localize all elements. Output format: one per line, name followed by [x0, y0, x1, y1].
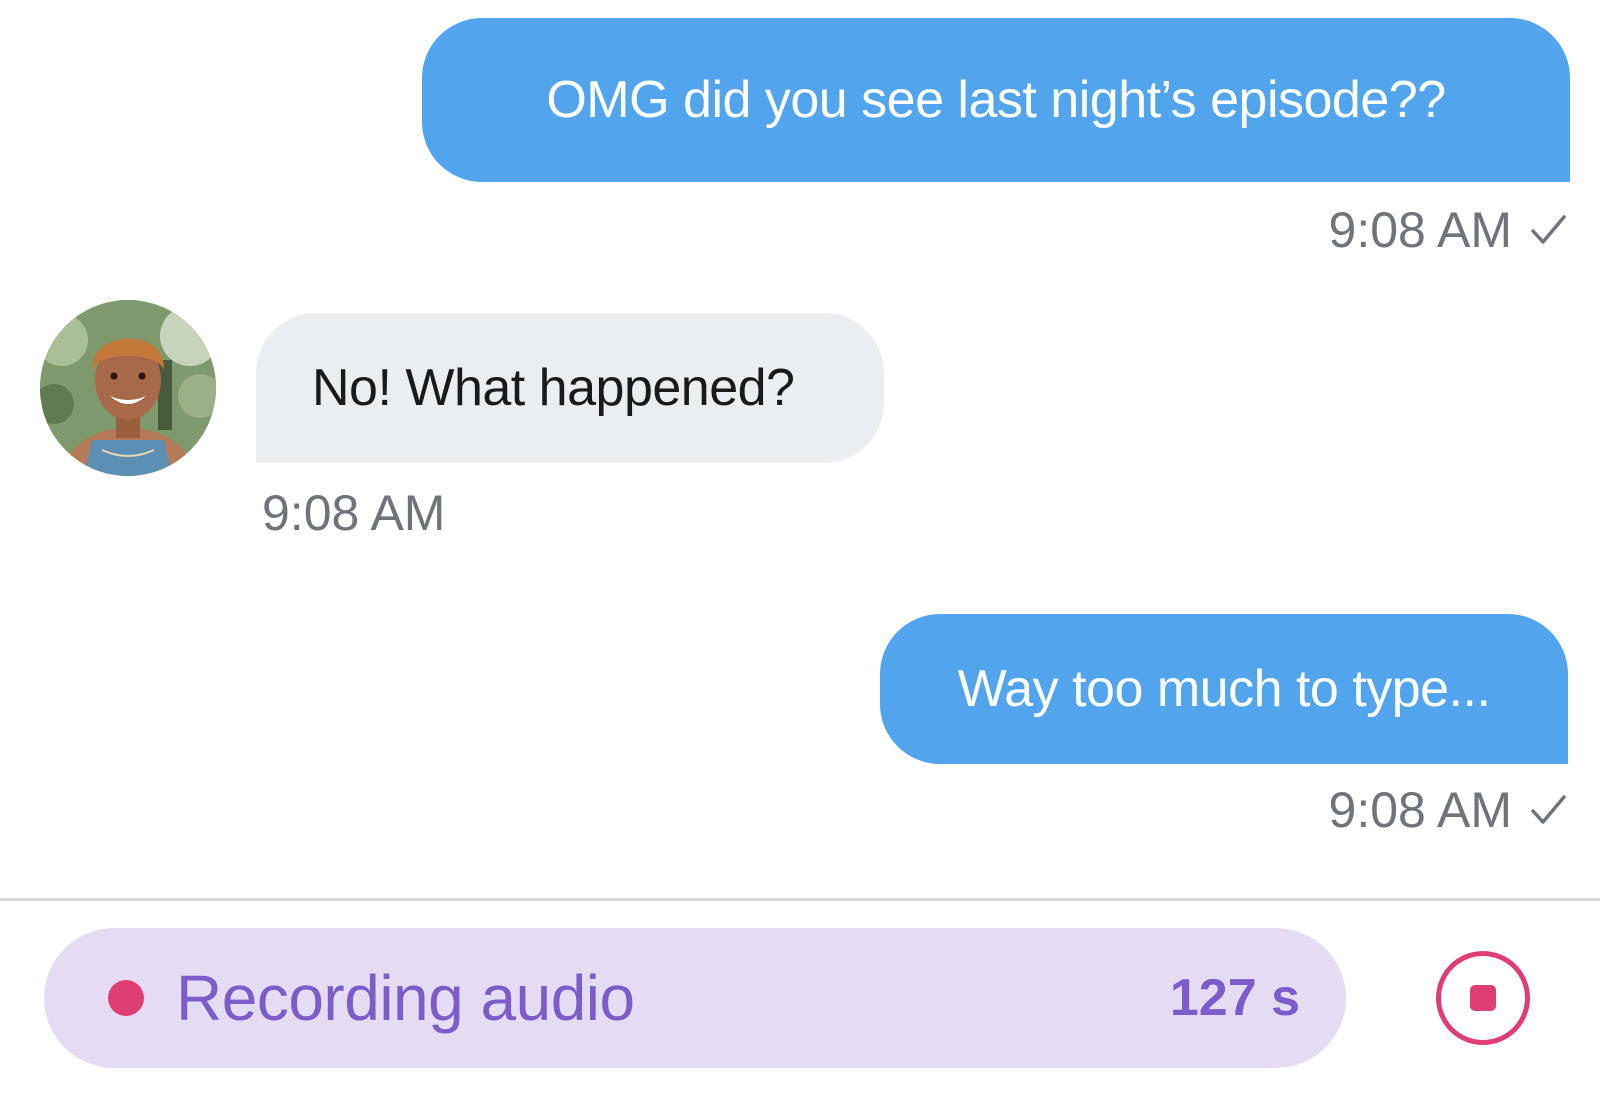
outgoing-message-bubble[interactable]: Way too much to type...	[880, 614, 1568, 764]
message-timestamp: 9:08 AM	[262, 483, 445, 543]
incoming-message-bubble[interactable]: No! What happened?	[256, 313, 884, 463]
checkmark-icon	[1531, 215, 1566, 244]
outgoing-message-bubble[interactable]: OMG did you see last night’s episode??	[422, 18, 1570, 182]
contact-avatar[interactable]	[40, 300, 216, 476]
recording-status-label: Recording audio	[176, 962, 635, 1034]
composer-divider	[0, 898, 1600, 901]
message-timestamp: 9:08 AM	[1329, 780, 1568, 840]
recording-indicator-icon	[108, 980, 144, 1016]
audio-recording-bar: Recording audio 127 s	[44, 928, 1346, 1068]
message-timestamp: 9:08 AM	[1329, 200, 1568, 260]
message-text: No! What happened?	[312, 359, 795, 417]
message-text: OMG did you see last night’s episode??	[546, 71, 1446, 129]
timestamp-text: 9:08 AM	[1328, 202, 1512, 258]
recording-duration: 127 s	[1169, 969, 1300, 1027]
timestamp-text: 9:08 AM	[262, 485, 446, 541]
checkmark-icon	[1531, 795, 1566, 824]
timestamp-text: 9:08 AM	[1328, 782, 1512, 838]
stop-icon	[1470, 985, 1496, 1011]
avatar-photo	[40, 300, 216, 476]
message-text: Way too much to type...	[957, 660, 1491, 718]
stop-recording-button[interactable]	[1436, 951, 1530, 1045]
message-list: OMG did you see last night’s episode?? 9…	[0, 0, 1600, 898]
